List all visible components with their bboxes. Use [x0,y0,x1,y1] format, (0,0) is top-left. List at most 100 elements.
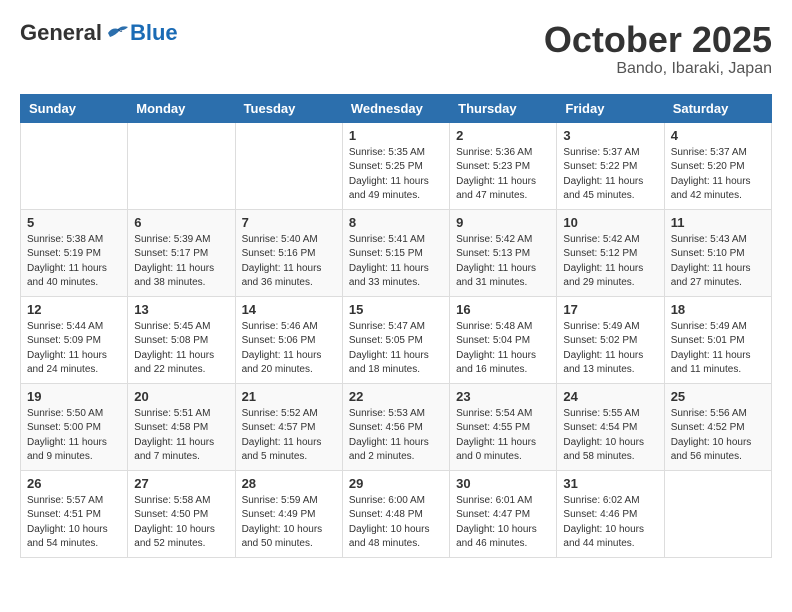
calendar-cell: 16 Sunrise: 5:48 AM Sunset: 5:04 PM Dayli… [450,296,557,383]
calendar-cell: 9 Sunrise: 5:42 AM Sunset: 5:13 PM Daylig… [450,209,557,296]
day-info: Sunrise: 5:57 AM Sunset: 4:51 PM Dayligh… [27,494,121,552]
calendar-cell: 11 Sunrise: 5:43 AM Sunset: 5:10 PM Dayli… [664,209,771,296]
day-number: 2 [456,128,550,143]
calendar-week-row: 5Sunrise: 5:38 AM Sunset: 5:19 PM Daylig… [21,209,772,296]
calendar-cell: 3 Sunrise: 5:37 AM Sunset: 5:22 PM Daylig… [557,122,664,209]
day-info: Sunrise: 5:39 AM Sunset: 5:17 PM Dayligh… [134,233,228,291]
calendar-cell: 26 Sunrise: 5:57 AM Sunset: 4:51 PM Dayli… [21,470,128,557]
day-info: Sunrise: 5:55 AM Sunset: 4:54 PM Dayligh… [563,407,657,465]
day-info: Sunrise: 5:40 AM Sunset: 5:16 PM Dayligh… [242,233,336,291]
day-number: 4 [671,128,765,143]
calendar-cell: 30 Sunrise: 6:01 AM Sunset: 4:47 PM Dayli… [450,470,557,557]
day-number: 8 [349,215,443,230]
day-number: 26 [27,476,121,491]
day-number: 16 [456,302,550,317]
calendar-cell: 19Sunrise: 5:50 AM Sunset: 5:00 PM Dayli… [21,383,128,470]
day-number: 31 [563,476,657,491]
day-number: 9 [456,215,550,230]
day-info: Sunrise: 5:36 AM Sunset: 5:23 PM Dayligh… [456,146,550,204]
calendar-week-row: 1 Sunrise: 5:35 AM Sunset: 5:25 PM Daylig… [21,122,772,209]
day-number: 18 [671,302,765,317]
title-section: October 2025 Bando, Ibaraki, Japan [544,20,772,78]
day-info: Sunrise: 5:49 AM Sunset: 5:02 PM Dayligh… [563,320,657,378]
calendar-cell: 7 Sunrise: 5:40 AM Sunset: 5:16 PM Daylig… [235,209,342,296]
day-number: 24 [563,389,657,404]
day-number: 5 [27,215,121,230]
calendar-table: SundayMondayTuesdayWednesdayThursdayFrid… [20,94,772,558]
calendar-cell: 28 Sunrise: 5:59 AM Sunset: 4:49 PM Dayli… [235,470,342,557]
calendar-cell: 24 Sunrise: 5:55 AM Sunset: 4:54 PM Dayli… [557,383,664,470]
day-info: Sunrise: 5:56 AM Sunset: 4:52 PM Dayligh… [671,407,765,465]
column-header-thursday: Thursday [450,94,557,122]
logo-general-text: General [20,20,102,46]
day-number: 3 [563,128,657,143]
calendar-cell: 15Sunrise: 5:47 AM Sunset: 5:05 PM Dayli… [342,296,449,383]
calendar-cell: 2 Sunrise: 5:36 AM Sunset: 5:23 PM Daylig… [450,122,557,209]
day-number: 27 [134,476,228,491]
day-info: Sunrise: 6:02 AM Sunset: 4:46 PM Dayligh… [563,494,657,552]
calendar-cell: 20 Sunrise: 5:51 AM Sunset: 4:58 PM Dayli… [128,383,235,470]
day-info: Sunrise: 5:48 AM Sunset: 5:04 PM Dayligh… [456,320,550,378]
calendar-cell: 21Sunrise: 5:52 AM Sunset: 4:57 PM Dayli… [235,383,342,470]
day-number: 6 [134,215,228,230]
calendar-cell: 8 Sunrise: 5:41 AM Sunset: 5:15 PM Daylig… [342,209,449,296]
day-number: 28 [242,476,336,491]
day-info: Sunrise: 5:46 AM Sunset: 5:06 PM Dayligh… [242,320,336,378]
day-number: 23 [456,389,550,404]
location-subtitle: Bando, Ibaraki, Japan [544,60,772,78]
month-title: October 2025 [544,20,772,60]
calendar-cell: 29 Sunrise: 6:00 AM Sunset: 4:48 PM Dayli… [342,470,449,557]
day-number: 11 [671,215,765,230]
calendar-week-row: 26 Sunrise: 5:57 AM Sunset: 4:51 PM Dayli… [21,470,772,557]
day-number: 19 [27,389,121,404]
column-header-sunday: Sunday [21,94,128,122]
day-info: Sunrise: 5:59 AM Sunset: 4:49 PM Dayligh… [242,494,336,552]
day-number: 1 [349,128,443,143]
day-info: Sunrise: 5:42 AM Sunset: 5:13 PM Dayligh… [456,233,550,291]
calendar-cell [664,470,771,557]
calendar-cell: 31 Sunrise: 6:02 AM Sunset: 4:46 PM Dayli… [557,470,664,557]
column-header-monday: Monday [128,94,235,122]
day-number: 10 [563,215,657,230]
calendar-cell: 4 Sunrise: 5:37 AM Sunset: 5:20 PM Daylig… [664,122,771,209]
calendar-cell: 1 Sunrise: 5:35 AM Sunset: 5:25 PM Daylig… [342,122,449,209]
day-number: 21 [242,389,336,404]
column-header-saturday: Saturday [664,94,771,122]
calendar-cell [235,122,342,209]
calendar-cell: 10Sunrise: 5:42 AM Sunset: 5:12 PM Dayli… [557,209,664,296]
day-info: Sunrise: 5:58 AM Sunset: 4:50 PM Dayligh… [134,494,228,552]
day-info: Sunrise: 5:49 AM Sunset: 5:01 PM Dayligh… [671,320,765,378]
column-header-friday: Friday [557,94,664,122]
logo: General Blue [20,20,178,46]
day-info: Sunrise: 5:41 AM Sunset: 5:15 PM Dayligh… [349,233,443,291]
calendar-cell: 14 Sunrise: 5:46 AM Sunset: 5:06 PM Dayli… [235,296,342,383]
day-info: Sunrise: 5:47 AM Sunset: 5:05 PM Dayligh… [349,320,443,378]
calendar-cell: 12Sunrise: 5:44 AM Sunset: 5:09 PM Dayli… [21,296,128,383]
day-info: Sunrise: 6:00 AM Sunset: 4:48 PM Dayligh… [349,494,443,552]
day-info: Sunrise: 6:01 AM Sunset: 4:47 PM Dayligh… [456,494,550,552]
day-number: 30 [456,476,550,491]
day-info: Sunrise: 5:37 AM Sunset: 5:22 PM Dayligh… [563,146,657,204]
day-number: 20 [134,389,228,404]
day-info: Sunrise: 5:37 AM Sunset: 5:20 PM Dayligh… [671,146,765,204]
day-info: Sunrise: 5:43 AM Sunset: 5:10 PM Dayligh… [671,233,765,291]
calendar-cell: 6 Sunrise: 5:39 AM Sunset: 5:17 PM Daylig… [128,209,235,296]
day-info: Sunrise: 5:44 AM Sunset: 5:09 PM Dayligh… [27,320,121,378]
logo-blue-text: Blue [130,20,178,46]
day-number: 29 [349,476,443,491]
calendar-cell: 5Sunrise: 5:38 AM Sunset: 5:19 PM Daylig… [21,209,128,296]
calendar-cell [128,122,235,209]
day-number: 7 [242,215,336,230]
calendar-cell: 25 Sunrise: 5:56 AM Sunset: 4:52 PM Dayli… [664,383,771,470]
day-info: Sunrise: 5:35 AM Sunset: 5:25 PM Dayligh… [349,146,443,204]
day-number: 25 [671,389,765,404]
calendar-header-row: SundayMondayTuesdayWednesdayThursdayFrid… [21,94,772,122]
day-info: Sunrise: 5:53 AM Sunset: 4:56 PM Dayligh… [349,407,443,465]
day-number: 14 [242,302,336,317]
day-info: Sunrise: 5:51 AM Sunset: 4:58 PM Dayligh… [134,407,228,465]
calendar-cell [21,122,128,209]
logo-bird-icon [106,23,130,43]
day-info: Sunrise: 5:45 AM Sunset: 5:08 PM Dayligh… [134,320,228,378]
page-header: General Blue October 2025 Bando, Ibaraki… [20,20,772,78]
column-header-tuesday: Tuesday [235,94,342,122]
